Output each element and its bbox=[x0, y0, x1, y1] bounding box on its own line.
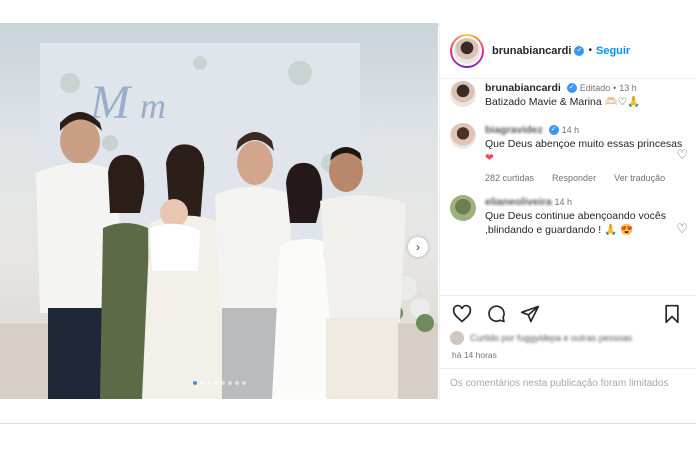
post-action-bar bbox=[440, 295, 696, 331]
comment-bubble-icon[interactable] bbox=[486, 304, 506, 324]
like-comment-heart-icon[interactable]: ♡ bbox=[676, 147, 688, 163]
family-photo-illustration: M m bbox=[0, 43, 438, 399]
svg-text:m: m bbox=[140, 86, 166, 126]
red-heart-emoji-icon: ❤ bbox=[485, 152, 494, 164]
comment-time: 14 h bbox=[561, 125, 580, 135]
praying-hands-emoji-icon: 🙏 bbox=[604, 224, 618, 236]
commenter-avatar[interactable] bbox=[450, 123, 476, 149]
caption-text: Batizado Mavie & Marina 🫶🏻♡🙏 bbox=[485, 96, 641, 108]
save-bookmark-icon[interactable] bbox=[662, 304, 682, 324]
carousel-dot[interactable] bbox=[206, 381, 211, 385]
carousel-dot[interactable] bbox=[199, 381, 204, 385]
caption: brunabiancardi ✓ Editado • 13 h Batizado… bbox=[440, 81, 696, 109]
comments-limited-notice: Os comentários nesta publicação foram li… bbox=[440, 368, 696, 399]
white-heart-emoji-icon: ♡ bbox=[617, 96, 628, 108]
liker-avatar bbox=[450, 331, 464, 345]
like-comment-heart-icon[interactable]: ♡ bbox=[676, 221, 688, 237]
carousel-dots bbox=[0, 381, 438, 385]
carousel-dot[interactable] bbox=[192, 381, 197, 385]
author-avatar[interactable] bbox=[450, 33, 484, 68]
carousel-dot[interactable] bbox=[241, 381, 246, 385]
comment-list: brunabiancardi ✓ Editado • 13 h Batizado… bbox=[440, 81, 696, 247]
like-heart-icon[interactable] bbox=[452, 304, 472, 324]
comment-item: elianeoliveira 14 h Que Deus continue ab… bbox=[440, 195, 696, 237]
author-username[interactable]: brunabiancardi bbox=[492, 45, 571, 57]
commenter-username[interactable]: biagravidez bbox=[485, 124, 543, 136]
commenter-username[interactable]: elianeoliveira bbox=[485, 196, 552, 208]
caption-username[interactable]: brunabiancardi bbox=[485, 82, 561, 94]
post-photo[interactable]: M m › bbox=[0, 23, 438, 399]
separator: • bbox=[613, 83, 617, 93]
share-send-icon[interactable] bbox=[520, 304, 540, 324]
smiling-emoji-icon: 😍 bbox=[620, 224, 634, 236]
carousel-dot[interactable] bbox=[213, 381, 218, 385]
comment-time: 14 h bbox=[554, 197, 572, 207]
liked-by-text: Curtido por fuggyidepa e outras pessoas bbox=[470, 333, 633, 343]
caption-time: 13 h bbox=[619, 83, 637, 93]
praying-hands-emoji-icon: 🙏 bbox=[627, 96, 641, 108]
comment-likes[interactable]: 282 curtidas bbox=[485, 171, 534, 185]
liked-by[interactable]: Curtido por fuggyidepa e outras pessoas bbox=[450, 331, 632, 345]
commenter-avatar[interactable] bbox=[450, 195, 476, 221]
post-header: brunabiancardi ✓ • Seguir bbox=[440, 23, 696, 79]
carousel-next-button[interactable]: › bbox=[408, 237, 428, 257]
post-time: há 14 horas bbox=[452, 350, 497, 360]
translate-button[interactable]: Ver tradução bbox=[614, 171, 665, 185]
follow-button[interactable]: Seguir bbox=[596, 45, 630, 57]
heart-hands-emoji-icon: 🫶🏻 bbox=[604, 96, 618, 108]
verified-badge-icon: ✓ bbox=[574, 45, 585, 56]
carousel-dot[interactable] bbox=[227, 381, 232, 385]
comment-text: Que Deus abençoe muito essas princesas ❤ bbox=[485, 138, 683, 164]
verified-badge-icon: ✓ bbox=[566, 83, 577, 94]
separator: • bbox=[588, 45, 592, 56]
carousel-dot[interactable] bbox=[220, 381, 225, 385]
reply-button[interactable]: Responder bbox=[552, 171, 596, 185]
verified-badge-icon: ✓ bbox=[548, 125, 559, 136]
carousel-dot[interactable] bbox=[234, 381, 239, 385]
comment-item: biagravidez ✓ 14 h Que Deus abençoe muit… bbox=[440, 123, 696, 185]
comment-text: Que Deus continue abençoando vocês ,blin… bbox=[485, 210, 666, 236]
caption-avatar[interactable] bbox=[450, 81, 476, 107]
post-side-panel: brunabiancardi ✓ • Seguir brunabiancardi… bbox=[439, 23, 696, 399]
caption-edited: Editado bbox=[579, 83, 611, 93]
